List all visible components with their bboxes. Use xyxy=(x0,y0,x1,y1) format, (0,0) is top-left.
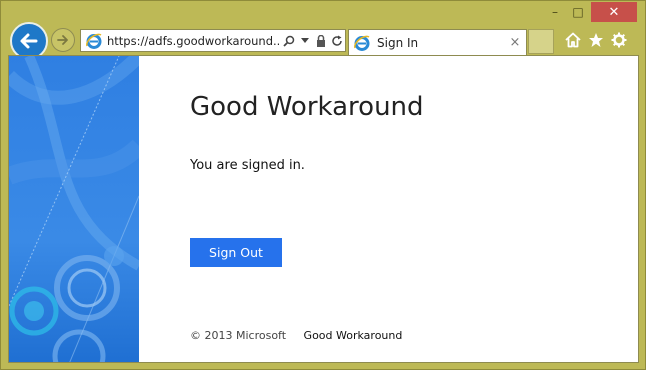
dropdown-icon[interactable] xyxy=(299,34,311,48)
internet-explorer-icon xyxy=(354,35,370,51)
page-title: Good Workaround xyxy=(190,92,424,122)
footer-link[interactable]: Good Workaround xyxy=(304,329,403,342)
search-icon[interactable] xyxy=(283,34,295,48)
close-window-button[interactable]: ✕ xyxy=(591,2,637,22)
forward-button[interactable] xyxy=(51,28,75,52)
lock-icon[interactable] xyxy=(315,34,327,48)
arrow-left-icon xyxy=(20,33,38,49)
browser-window: – □ ✕ https://adfs.goodworkaround... Sig… xyxy=(0,0,646,370)
refresh-icon[interactable] xyxy=(331,34,343,48)
decorative-illustration xyxy=(9,56,139,362)
page-viewport: Good Workaround You are signed in. Sign … xyxy=(8,55,639,363)
home-icon[interactable] xyxy=(564,31,581,48)
arrow-right-icon xyxy=(57,35,68,45)
tab-title: Sign In xyxy=(377,35,419,50)
status-message: You are signed in. xyxy=(190,158,305,173)
address-bar[interactable]: https://adfs.goodworkaround... xyxy=(80,29,346,52)
copyright-text: © 2013 Microsoft xyxy=(190,329,287,342)
tab-close-button[interactable]: × xyxy=(506,35,524,50)
footer: © 2013 Microsoft Good Workaround xyxy=(190,329,402,342)
minimize-button[interactable]: – xyxy=(544,2,566,22)
new-tab-button[interactable] xyxy=(528,29,554,54)
url-text[interactable]: https://adfs.goodworkaround... xyxy=(107,34,279,48)
tab-sign-in[interactable]: Sign In × xyxy=(348,29,527,55)
settings-icon[interactable] xyxy=(610,31,627,48)
internet-explorer-icon xyxy=(86,33,102,49)
maximize-button[interactable]: □ xyxy=(567,2,589,22)
sign-out-button[interactable]: Sign Out xyxy=(190,238,282,267)
favorites-icon[interactable] xyxy=(587,31,604,48)
